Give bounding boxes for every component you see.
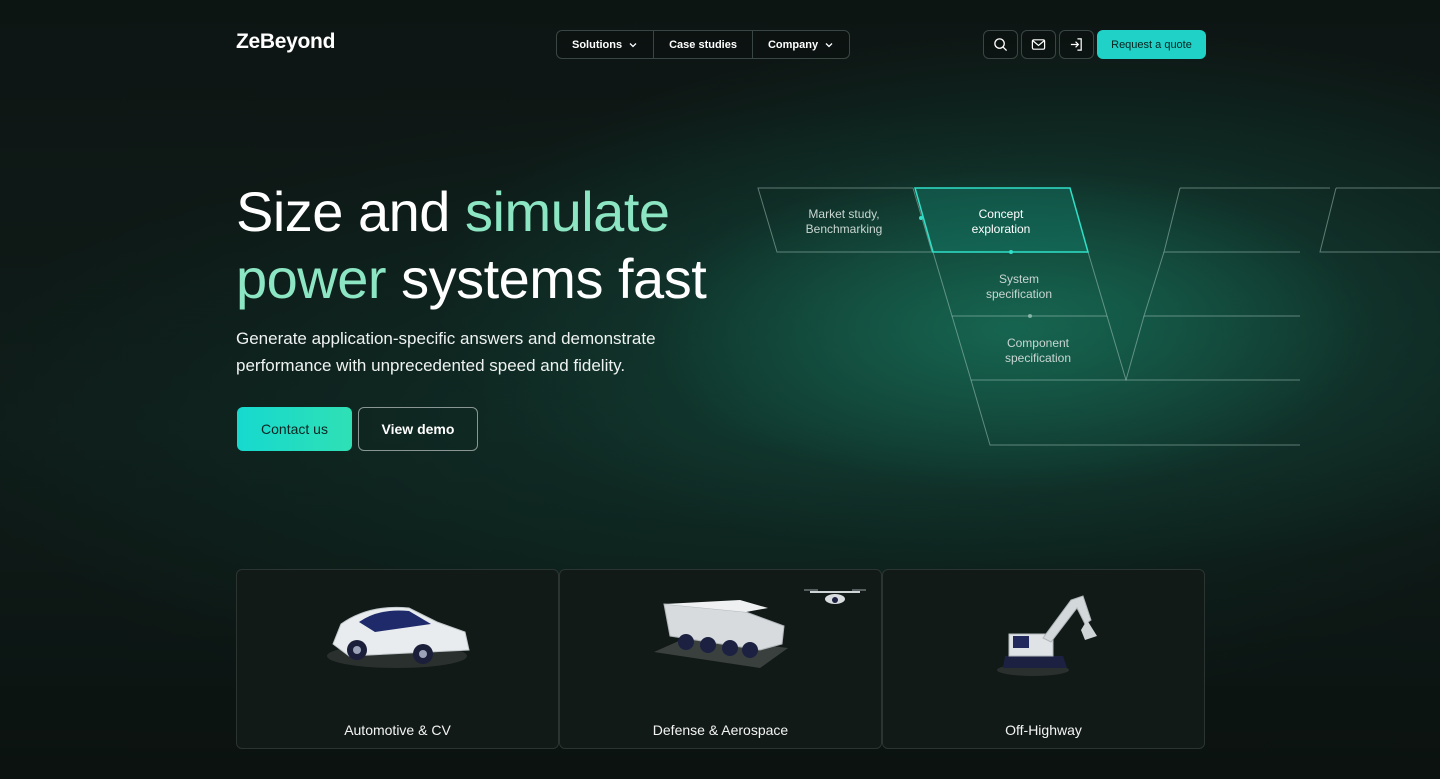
industry-card-defense[interactable]: Defense & Aerospace bbox=[559, 569, 882, 749]
hero-title: Size and simulate power systems fast bbox=[236, 178, 796, 312]
hero-title-accent: simulate bbox=[465, 180, 670, 243]
diagram-step-line: System bbox=[998, 272, 1039, 286]
search-icon bbox=[994, 38, 1008, 52]
login-button[interactable] bbox=[1059, 30, 1094, 59]
car-illustration bbox=[327, 606, 470, 668]
view-demo-button[interactable]: View demo bbox=[358, 407, 478, 451]
industry-card-automotive[interactable]: Automotive & CV bbox=[236, 569, 559, 749]
diagram-step-concept-exploration: Concept exploration bbox=[936, 207, 1066, 237]
industry-card-off-highway[interactable]: Off-Highway bbox=[882, 569, 1205, 749]
hero-title-accent: power bbox=[236, 247, 387, 310]
mail-button[interactable] bbox=[1021, 30, 1056, 59]
nav-item-solutions[interactable]: Solutions bbox=[557, 31, 655, 58]
diagram-step-line: specification bbox=[985, 287, 1053, 301]
card-label: Automotive & CV bbox=[344, 722, 451, 738]
nav-item-label: Solutions bbox=[572, 38, 623, 51]
nav-item-case-studies[interactable]: Case studies bbox=[654, 31, 753, 58]
process-diagram: Market study, Benchmarking Concept explo… bbox=[740, 180, 1440, 460]
diagram-step-line: Benchmarking bbox=[805, 222, 883, 236]
request-quote-button[interactable]: Request a quote bbox=[1097, 30, 1206, 59]
military-vehicle-illustration bbox=[654, 600, 788, 668]
login-icon bbox=[1070, 38, 1082, 51]
nav-item-label: Case studies bbox=[669, 38, 737, 51]
excavator-illustration bbox=[997, 595, 1097, 676]
card-label: Off-Highway bbox=[1005, 722, 1082, 738]
diagram-step-market-study: Market study, Benchmarking bbox=[779, 207, 909, 237]
logo[interactable]: ZeBeyond bbox=[236, 30, 335, 54]
search-button[interactable] bbox=[983, 30, 1018, 59]
main-nav: Solutions Case studies Company bbox=[556, 30, 851, 59]
nav-item-label: Company bbox=[767, 38, 819, 51]
card-label: Defense & Aerospace bbox=[652, 722, 789, 738]
diagram-step-line: exploration bbox=[971, 222, 1031, 236]
nav-item-company[interactable]: Company bbox=[753, 31, 849, 58]
chevron-down-icon bbox=[629, 42, 637, 47]
hero-subtitle: Generate application-specific answers an… bbox=[236, 329, 656, 375]
mail-icon bbox=[1031, 39, 1046, 50]
drone-illustration bbox=[804, 589, 866, 604]
diagram-step-line: Component bbox=[1006, 336, 1070, 350]
diagram-step-system-specification: System specification bbox=[954, 272, 1084, 302]
diagram-step-line: specification bbox=[1004, 351, 1072, 365]
diagram-step-line: Market study, bbox=[808, 207, 880, 221]
contact-us-button[interactable]: Contact us bbox=[237, 407, 352, 451]
diagram-step-component-specification: Component specification bbox=[973, 336, 1103, 366]
chevron-down-icon bbox=[825, 42, 833, 47]
hero-title-part: systems fast bbox=[386, 247, 707, 310]
diagram-step-line: Concept bbox=[978, 207, 1024, 221]
hero-title-part: Size and bbox=[236, 180, 465, 243]
